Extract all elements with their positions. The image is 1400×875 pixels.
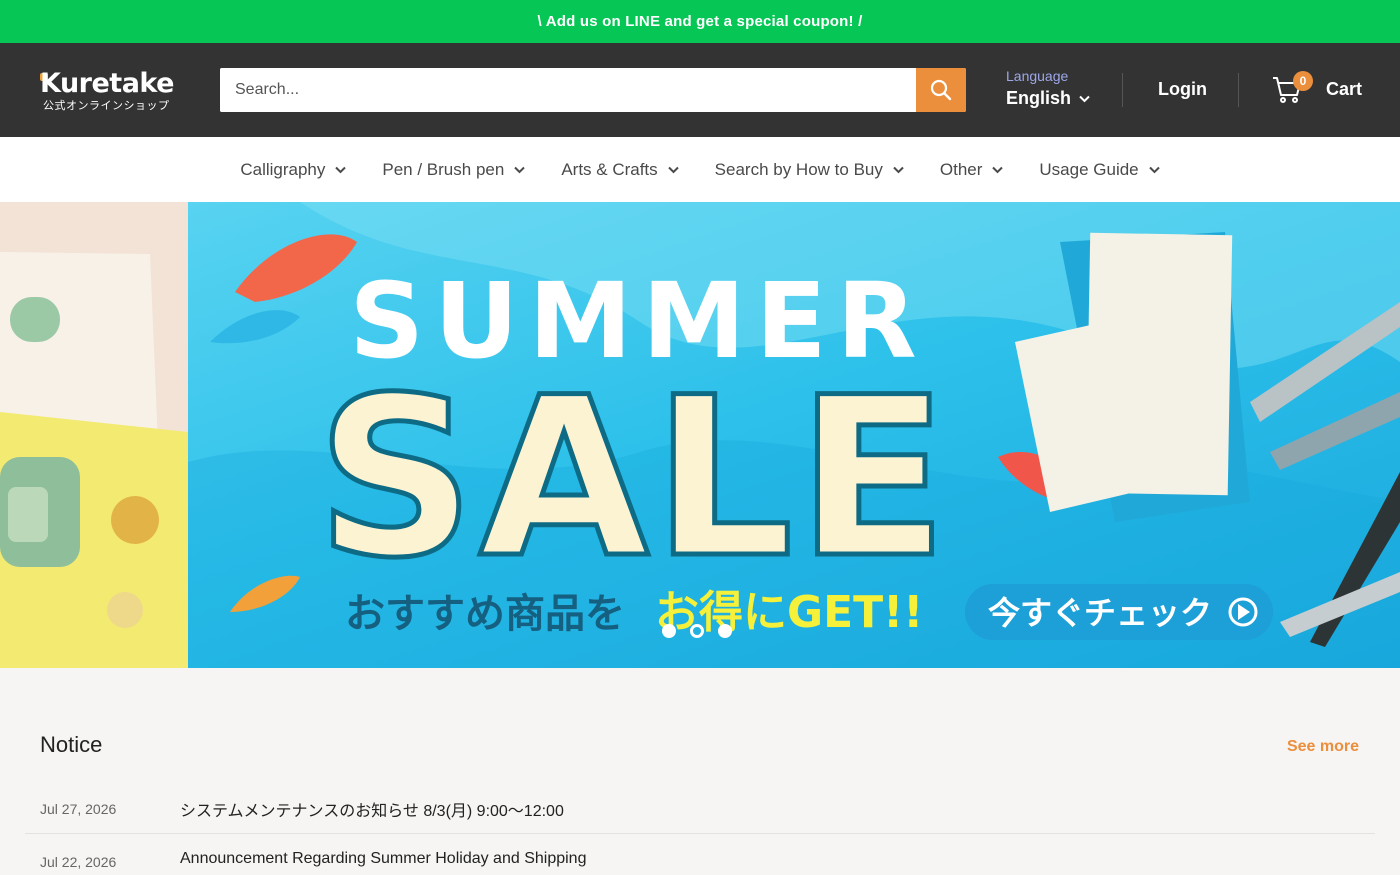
nav-item-other[interactable]: Other [922, 160, 1022, 180]
announcement-text: \ Add us on LINE and get a special coupo… [537, 13, 863, 30]
notice-section: Notice See more Jul 27, 2026 システムメンテナンスの… [0, 668, 1400, 875]
login-link[interactable]: Login [1158, 79, 1207, 100]
hero-cta-label: 今すぐチェック [988, 594, 1212, 632]
nav-item-arts-crafts[interactable]: Arts & Crafts [543, 160, 696, 180]
cart-count-badge: 0 [1293, 71, 1313, 91]
nav-item-usage-guide[interactable]: Usage Guide [1021, 160, 1177, 180]
notice-date: Jul 22, 2026 [40, 854, 117, 870]
chevron-down-icon [1079, 95, 1090, 102]
chevron-down-icon [335, 166, 347, 173]
slider-pagination [662, 624, 732, 638]
slider-dot[interactable] [662, 624, 676, 638]
nav-item-calligraphy[interactable]: Calligraphy [222, 160, 364, 180]
line-coupon-banner[interactable]: \ Add us on LINE and get a special coupo… [0, 0, 1400, 43]
cart-label: Cart [1326, 79, 1363, 99]
search-input[interactable] [220, 68, 916, 112]
language-selector[interactable]: Language English [1006, 67, 1106, 113]
summer-sale-banner: SUMMER SALE おすすめ商品を お得にGET!! 今すぐチェック [0, 202, 1400, 668]
hero-tagline-a: おすすめ商品を [345, 591, 625, 637]
chevron-down-icon [992, 166, 1004, 173]
slider-dot-active[interactable] [690, 624, 704, 638]
notice-title: Notice [40, 732, 103, 757]
search-bar [220, 68, 966, 112]
notice-link[interactable]: システムメンテナンスのお知らせ 8/3(月) 9:00～12:00 [180, 797, 564, 821]
chevron-down-icon [667, 166, 679, 173]
header-divider [1122, 73, 1123, 107]
chevron-down-icon [1148, 166, 1160, 173]
cart-button[interactable]: 0 Cart [1272, 71, 1362, 111]
language-value: English [1006, 88, 1072, 108]
language-caption: Language [1006, 68, 1069, 84]
header-divider [1238, 73, 1239, 107]
see-more-link[interactable]: See more [1287, 738, 1359, 756]
notice-item[interactable]: Jul 27, 2026 システムメンテナンスのお知らせ 8/3(月) 9:00… [25, 781, 1375, 834]
search-icon [930, 79, 952, 101]
kuretake-logo[interactable]: Kuretake 公式オンラインショップ [40, 69, 182, 113]
notice-date: Jul 27, 2026 [40, 801, 117, 817]
nav-item-search-by-how-to-buy[interactable]: Search by How to Buy [697, 160, 922, 180]
logo-subtext: 公式オンラインショップ [43, 99, 170, 112]
notice-link[interactable]: Announcement Regarding Summer Holiday an… [180, 850, 586, 868]
chevron-down-icon [514, 166, 526, 173]
search-button[interactable] [916, 68, 966, 112]
nav-label: Search by How to Buy [714, 159, 883, 179]
logo-text: Kuretake [40, 68, 174, 99]
slider-dot[interactable] [718, 624, 732, 638]
nav-label: Pen / Brush pen [382, 159, 505, 179]
nav-item-pen-brush-pen[interactable]: Pen / Brush pen [364, 160, 543, 180]
site-header: Kuretake 公式オンラインショップ Language English Lo… [0, 43, 1400, 137]
left-product-photo [0, 202, 188, 668]
nav-label: Usage Guide [1039, 159, 1139, 179]
hero-cta-button[interactable]: 今すぐチェック [965, 584, 1273, 640]
chevron-down-icon [893, 166, 904, 173]
main-navigation: Calligraphy Pen / Brush pen Arts & Craft… [0, 137, 1400, 202]
nav-label: Arts & Crafts [561, 159, 658, 179]
hero-slider[interactable]: SUMMER SALE おすすめ商品を お得にGET!! 今すぐチェック [0, 202, 1400, 668]
hero-sale-text: SALE [316, 350, 951, 606]
nav-label: Other [939, 159, 983, 179]
nav-label: Calligraphy [240, 159, 326, 179]
notice-item[interactable]: Jul 22, 2026 Announcement Regarding Summ… [25, 834, 1375, 875]
